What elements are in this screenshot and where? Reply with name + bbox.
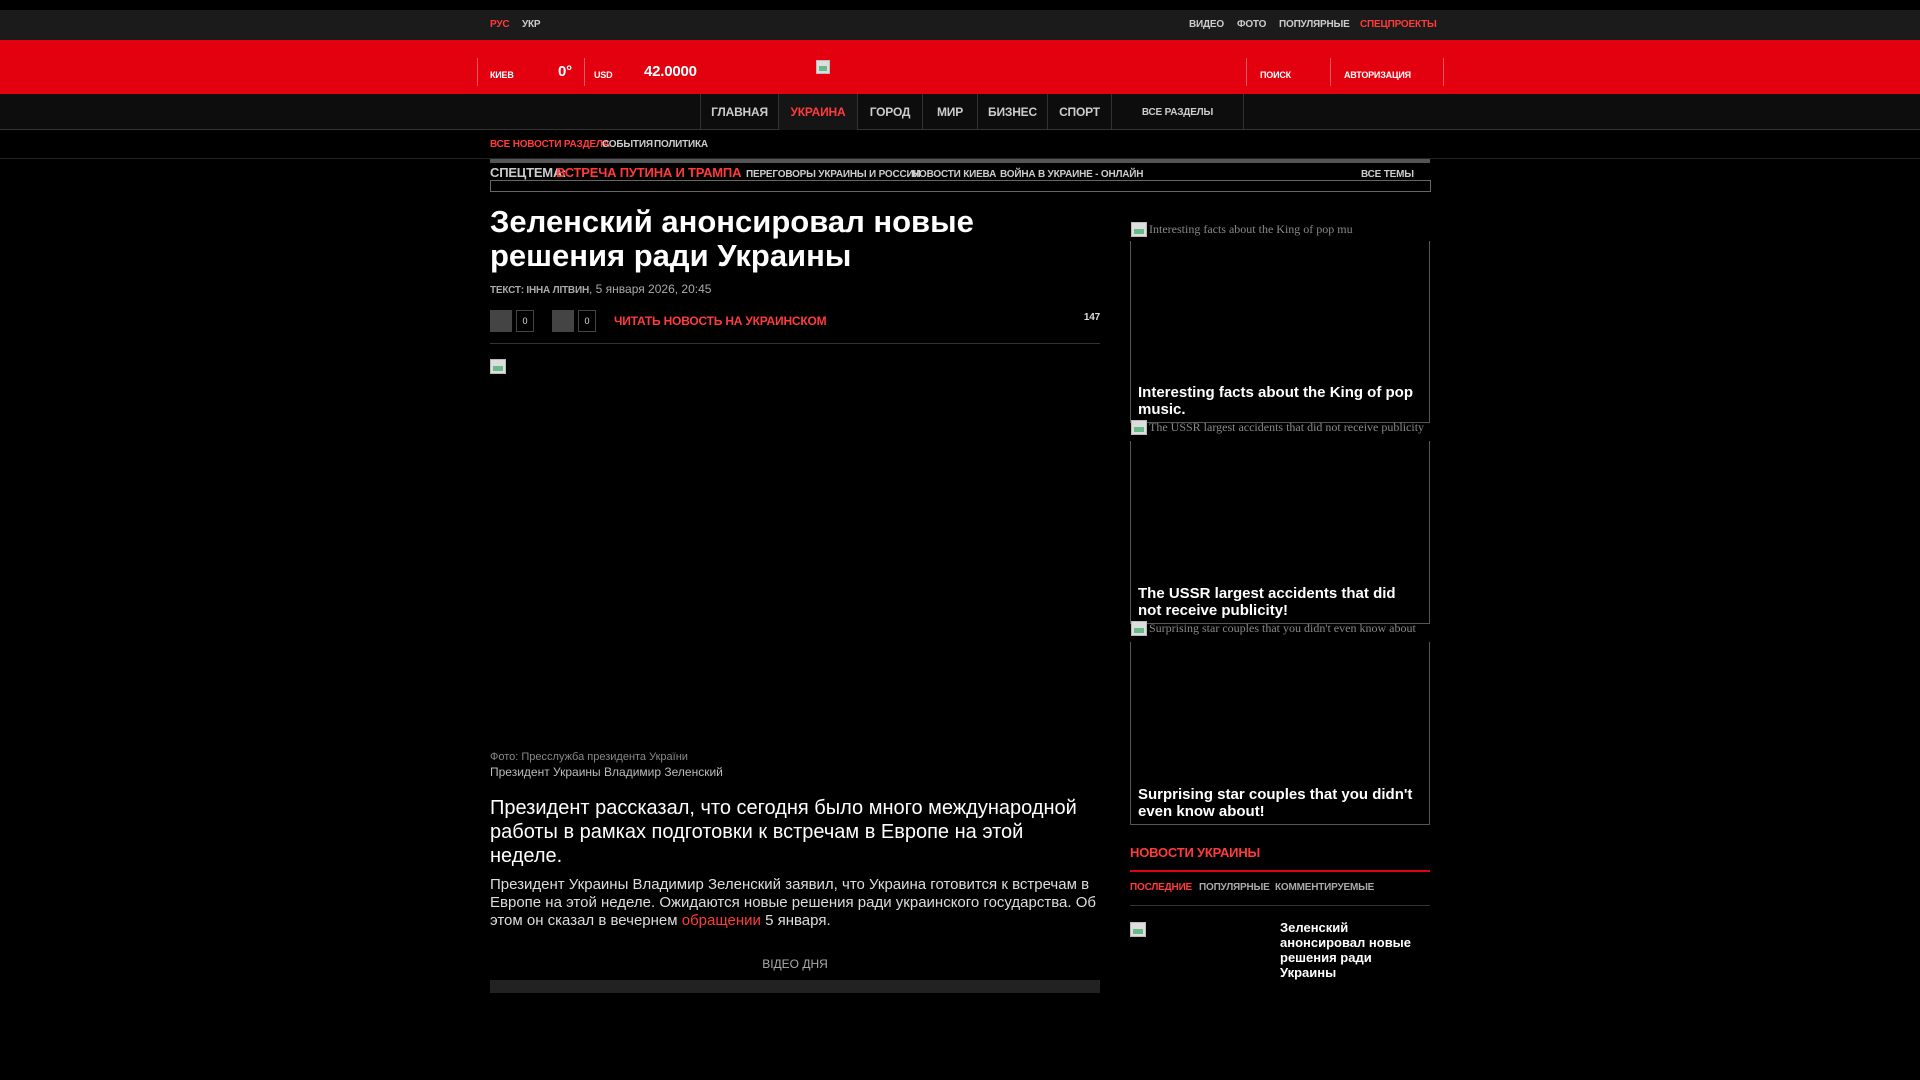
news-tab-commented[interactable]: КОММЕНТИРУЕМЫЕ xyxy=(1275,882,1374,893)
divider xyxy=(1130,870,1430,872)
promo-image-alt: Interesting facts about the King of pop … xyxy=(1131,222,1429,237)
main-nav: ГЛАВНАЯ УКРАИНА ГОРОД МИР БИЗНЕС СПОРТ В… xyxy=(0,94,1920,130)
top-link-specprojects[interactable]: СПЕЦПРОЕКТЫ xyxy=(1360,19,1437,30)
header-divider xyxy=(1246,58,1247,86)
top-link-video[interactable]: ВИДЕО xyxy=(1189,19,1224,30)
search-button[interactable]: ПОИСК xyxy=(1260,70,1291,80)
tab-city[interactable]: ГОРОД xyxy=(857,94,922,130)
tab-ukraine[interactable]: УКРАИНА xyxy=(778,94,857,130)
divider xyxy=(490,343,1100,344)
subnav-politics[interactable]: ПОЛИТИКА xyxy=(654,139,708,150)
promo-card[interactable]: Surprising star couples that you didn't … xyxy=(1130,621,1430,825)
tab-sport[interactable]: СПОРТ xyxy=(1047,94,1111,130)
header-bar xyxy=(0,40,1920,94)
broken-image-icon xyxy=(1131,420,1147,435)
promo-card[interactable]: Interesting facts about the King of pop … xyxy=(1130,222,1430,423)
news-tab-latest[interactable]: ПОСЛЕДНИЕ xyxy=(1130,882,1192,893)
header-divider xyxy=(1443,58,1444,86)
tab-main[interactable]: ГЛАВНАЯ xyxy=(700,94,778,130)
all-topics-link[interactable]: ВСЕ ТЕМЫ xyxy=(1361,169,1414,180)
subnav-events[interactable]: СОБЫТИЯ xyxy=(602,139,653,150)
promo-card[interactable]: The USSR largest accidents that did not … xyxy=(1130,420,1430,624)
ukraine-news-heading[interactable]: НОВОСТИ УКРАИНЫ xyxy=(1130,845,1260,860)
broken-image-icon xyxy=(490,359,506,374)
weather-city: КИЕВ xyxy=(490,70,514,80)
top-utility-bar: РУС УКР ВИДЕО ФОТО ПОПУЛЯРНЫЕ СПЕЦПРОЕКТ… xyxy=(0,10,1920,40)
share-icon[interactable] xyxy=(552,310,574,332)
promo-image-alt-text: Surprising star couples that you didn't … xyxy=(1149,621,1416,635)
article-lead: Президент рассказал, что сегодня было мн… xyxy=(490,797,1077,867)
special-label: СПЕЦТЕМА: xyxy=(490,165,567,180)
share-icon[interactable] xyxy=(490,310,512,332)
broken-image-icon xyxy=(1131,621,1147,636)
header-divider xyxy=(1330,58,1331,86)
article-body-text-end: 5 января. xyxy=(760,912,831,929)
views-count: 147 xyxy=(1083,312,1100,323)
photo-caption: Президент Украины Владимир Зеленский xyxy=(490,765,723,779)
subnav-all-news[interactable]: ВСЕ НОВОСТИ РАЗДЕЛА xyxy=(490,139,610,150)
share-count: 0 xyxy=(516,310,534,332)
top-link-popular[interactable]: ПОПУЛЯРНЫЕ xyxy=(1279,19,1350,30)
promo-title[interactable]: Interesting facts about the King of pop … xyxy=(1138,384,1423,418)
read-in-ukrainian-link[interactable]: ЧИТАТЬ НОВОСТЬ НА УКРАИНСКОМ xyxy=(614,314,827,328)
news-tab-popular[interactable]: ПОПУЛЯРНЫЕ xyxy=(1199,882,1270,893)
article-title: Зеленский анонсировал новые решения ради… xyxy=(490,204,974,273)
header-divider xyxy=(584,58,585,86)
promo-title[interactable]: The USSR largest accidents that did not … xyxy=(1138,585,1423,619)
photo-credit: Фото: Пресслужба президента України xyxy=(490,751,688,763)
broken-image-icon[interactable] xyxy=(1130,922,1146,937)
byline-separator: , xyxy=(588,282,596,296)
share-count: 0 xyxy=(578,310,596,332)
divider xyxy=(1130,905,1430,906)
article-body: Президент Украины Владимир Зеленский зая… xyxy=(490,876,1100,930)
tab-world[interactable]: МИР xyxy=(922,94,977,130)
article-date: 5 января 2026, 20:45 xyxy=(595,282,712,296)
article-author[interactable]: ТЕКСТ: ІННА ЛІТВИН xyxy=(490,285,589,296)
address-link[interactable]: обращении xyxy=(682,912,761,929)
video-player-bar[interactable] xyxy=(490,980,1100,993)
promo-image-alt: The USSR largest accidents that did not … xyxy=(1131,420,1429,435)
special-item-negotiations[interactable]: ПЕРЕГОВОРЫ УКРАИНЫ И РОССИИ xyxy=(746,169,921,180)
weather-temperature: 0° xyxy=(558,63,572,80)
promo-title[interactable]: Surprising star couples that you didn't … xyxy=(1138,786,1423,820)
video-of-day-label: ВІДЕО ДНЯ xyxy=(762,957,828,971)
promo-image-alt: Surprising star couples that you didn't … xyxy=(1131,621,1429,636)
promo-image-alt-text: Interesting facts about the King of pop … xyxy=(1149,222,1353,236)
article-byline: ТЕКСТ: ІННА ЛІТВИН, 5 января 2026, 20:45 xyxy=(490,282,711,296)
broken-image-icon xyxy=(1131,222,1147,237)
currency-label: USD xyxy=(594,70,613,80)
currency-rate: 42.0000 xyxy=(644,63,697,80)
promo-image-alt-text: The USSR largest accidents that did not … xyxy=(1149,420,1425,434)
logo-icon[interactable] xyxy=(816,60,830,74)
header-divider xyxy=(477,58,478,86)
special-topic-link[interactable]: ВСТРЕЧА ПУТИНА И ТРАМПА xyxy=(556,165,741,180)
lang-ru-link[interactable]: РУС xyxy=(490,19,510,30)
special-item-kyiv-news[interactable]: НОВОСТИ КИЕВА xyxy=(912,169,996,180)
divider xyxy=(490,159,1430,163)
tab-business[interactable]: БИЗНЕС xyxy=(977,94,1047,130)
section-subnav: ВСЕ НОВОСТИ РАЗДЕЛА СОБЫТИЯ ПОЛИТИКА xyxy=(0,130,1920,159)
tab-all-sections[interactable]: ВСЕ РАЗДЕЛЫ xyxy=(1111,94,1244,130)
special-topics-strip: СПЕЦТЕМА: ВСТРЕЧА ПУТИНА И ТРАМПА ПЕРЕГО… xyxy=(490,159,1431,193)
lang-ukr-link[interactable]: УКР xyxy=(522,19,541,30)
special-topics-frame xyxy=(490,180,1431,192)
top-link-photo[interactable]: ФОТО xyxy=(1237,19,1266,30)
login-button[interactable]: АВТОРИЗАЦИЯ xyxy=(1344,70,1411,80)
special-item-war-online[interactable]: ВОЙНА В УКРАИНЕ - ОНЛАЙН xyxy=(1000,169,1144,180)
news-item-title[interactable]: Зеленский анонсировал новые решения ради… xyxy=(1280,920,1430,980)
